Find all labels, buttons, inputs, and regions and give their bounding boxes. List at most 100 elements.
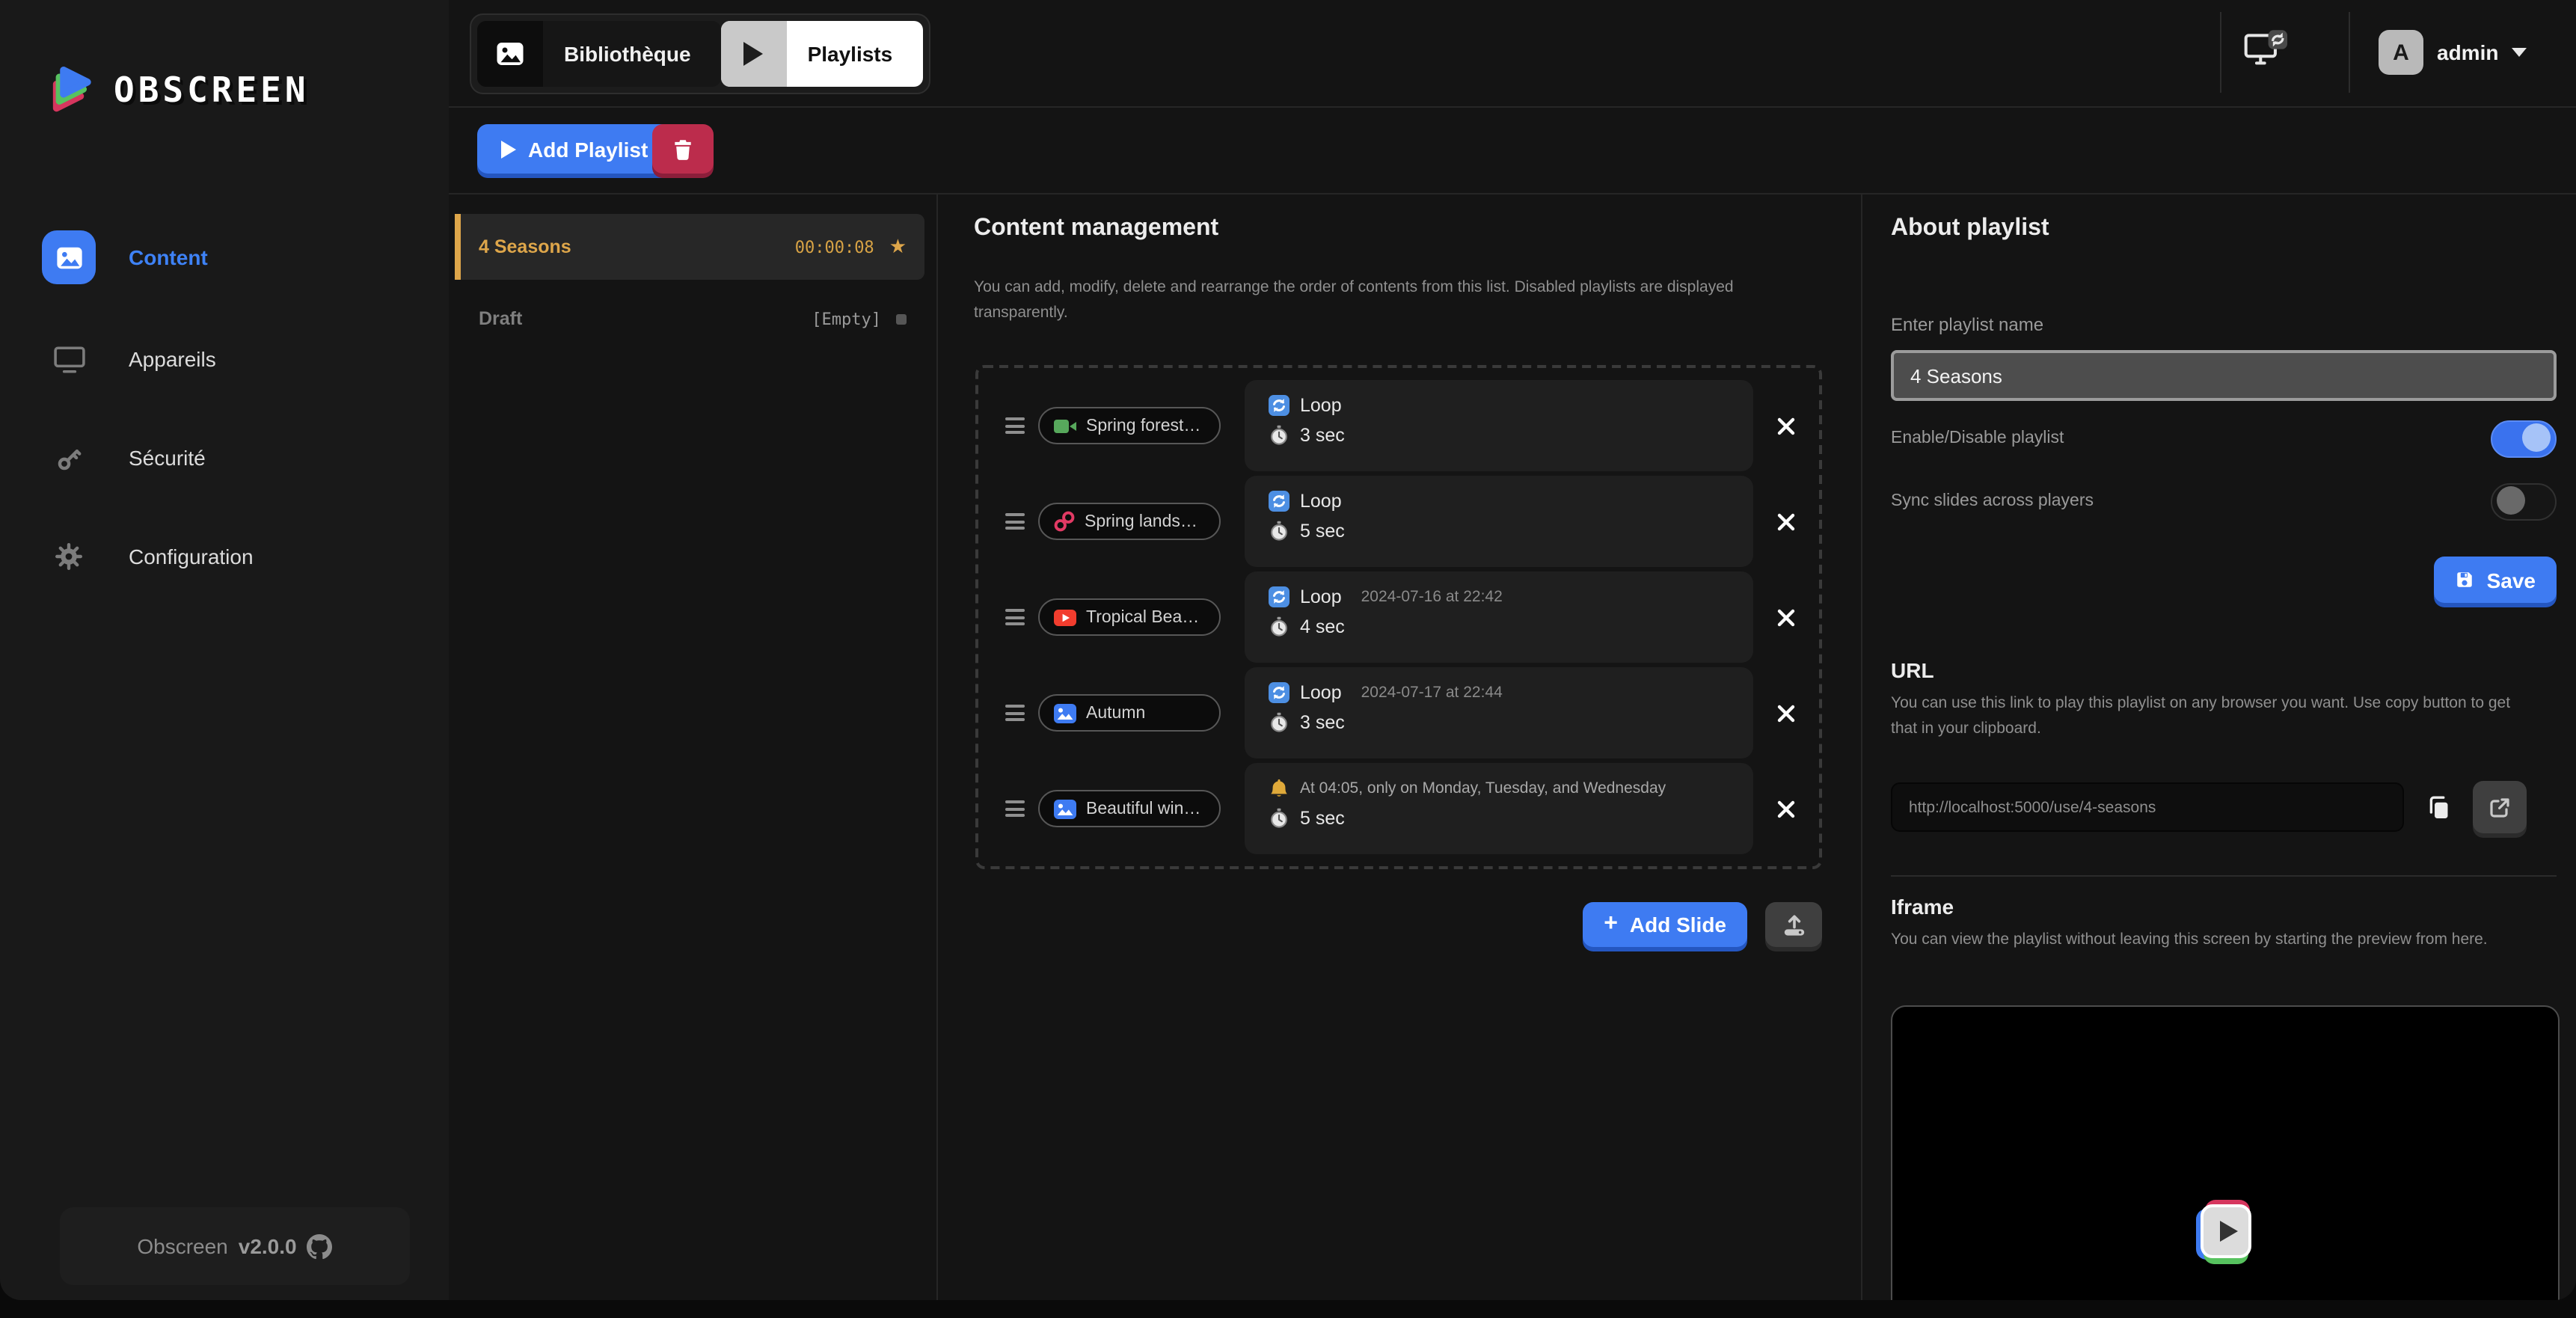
slide-schedule: 2024-07-16 at 22:42 [1361,588,1503,606]
playlist-name: 4 Seasons [479,236,571,257]
footer-app-name: Obscreen [137,1234,227,1258]
slide-chip[interactable]: Spring forest… [1038,407,1221,444]
youtube-icon [1053,605,1077,629]
sidebar-item-appareils[interactable]: Appareils [42,326,216,392]
loop-icon [1269,682,1289,703]
slide-card[interactable]: Loop 2024-07-17 at 22:44 3 sec [1245,667,1753,758]
chevron-down-icon [2512,48,2527,57]
drag-handle-icon[interactable] [1005,701,1029,725]
remove-slide-button[interactable] [1753,704,1819,722]
remove-slide-button[interactable] [1753,800,1819,818]
obscreen-app: OBSCREEN Content Appareils Sécurité Conf [0,0,2576,1300]
link-icon [1053,510,1076,533]
slide-mode: Loop [1300,682,1342,703]
slide-row: Spring lands… Loop 5 sec [1005,476,1819,567]
slide-mode: At 04:05, only on Monday, Tuesday, and W… [1300,779,1666,797]
close-icon [1777,800,1795,818]
sidebar-item-content[interactable]: Content [42,224,208,290]
slide-card[interactable]: Loop 5 sec [1245,476,1753,567]
stopwatch-icon [1269,425,1289,446]
tab-bibliotheque[interactable]: Bibliothèque [477,21,721,87]
close-icon [1777,608,1795,626]
remove-slide-button[interactable] [1753,608,1819,626]
user-menu[interactable]: A admin [2379,30,2527,75]
topbar: Bibliothèque Playlists A admin [449,0,2576,108]
delete-playlist-button[interactable] [652,124,714,174]
slide-chip[interactable]: Tropical Bea… [1038,598,1221,636]
slide-chip[interactable]: Beautiful win… [1038,790,1221,827]
stopwatch-icon [1269,808,1289,829]
playlist-name: Draft [479,308,522,329]
drag-handle-icon[interactable] [1005,605,1029,629]
key-icon [42,442,96,473]
bell-icon [1269,778,1289,799]
github-icon [307,1233,333,1259]
slide-duration: 3 sec [1300,425,1345,446]
drag-handle-icon[interactable] [1005,509,1029,533]
slide-mode: Loop [1300,491,1342,512]
playlist-preview-iframe[interactable] [1891,1005,2560,1300]
playlist-url-input[interactable] [1891,782,2404,832]
close-icon [1777,704,1795,722]
slide-row: Beautiful win… At 04:05, only on Monday,… [1005,763,1819,854]
slide-chip[interactable]: Spring lands… [1038,503,1221,540]
enable-playlist-toggle[interactable] [2491,420,2557,457]
slide-mode: Loop [1300,395,1342,416]
drag-handle-icon[interactable] [1005,414,1029,438]
slide-card[interactable]: Loop 3 sec [1245,380,1753,471]
url-title: URL [1891,658,1934,682]
remove-slide-button[interactable] [1753,417,1819,435]
upload-slide-button[interactable] [1765,902,1822,947]
image-icon [477,21,543,87]
player-preview-button[interactable] [2244,30,2287,75]
playlist-duration: 00:00:08 [795,237,874,257]
loop-icon [1269,491,1289,512]
monitor-icon [42,345,96,373]
drag-handle-icon[interactable] [1005,797,1029,821]
app-logo[interactable]: OBSCREEN [51,66,310,117]
slide-chip[interactable]: Autumn [1038,694,1221,732]
url-row [1891,781,2557,833]
sync-slides-toggle[interactable] [2491,482,2557,520]
trash-icon [672,137,694,161]
topbar-divider [2220,12,2221,93]
sidebar-item-configuration[interactable]: Configuration [42,524,254,589]
sidebar: OBSCREEN Content Appareils Sécurité Conf [0,0,449,1300]
tab-playlists[interactable]: Playlists [721,21,923,87]
remove-slide-button[interactable] [1753,512,1819,530]
tab-label: Bibliothèque [543,42,721,66]
about-playlist-panel: About playlist Enter playlist name Enabl… [1861,194,2576,1300]
loop-icon [1269,586,1289,607]
playlist-item-4-seasons[interactable]: 4 Seasons 00:00:08 ★ [455,214,924,280]
enable-playlist-row: Enable/Disable playlist [1891,416,2557,461]
slide-row: Spring forest… Loop 3 sec [1005,380,1819,471]
slide-card[interactable]: Loop 2024-07-16 at 22:42 4 sec [1245,571,1753,663]
square-badge-icon [896,313,907,324]
view-tabs: Bibliothèque Playlists [470,13,930,94]
logo-text: OBSCREEN [114,72,310,111]
sidebar-item-securite[interactable]: Sécurité [42,425,206,491]
section-divider [1891,875,2557,877]
slide-mode: Loop [1300,586,1342,607]
content-title: Content management [974,215,1218,242]
url-description: You can use this link to play this playl… [1891,691,2539,742]
sidebar-item-label: Configuration [129,545,254,568]
upload-icon [1781,912,1806,937]
copy-url-button[interactable] [2404,794,2473,821]
slide-card[interactable]: At 04:05, only on Monday, Tuesday, and W… [1245,763,1753,854]
playlist-item-draft[interactable]: Draft [Empty] [455,293,924,344]
close-icon [1777,417,1795,435]
add-playlist-button[interactable]: Add Playlist [477,124,672,174]
topbar-divider [2349,12,2350,93]
image-icon [1053,701,1077,725]
playlist-name-input[interactable] [1891,350,2557,401]
loop-icon [1269,395,1289,416]
close-icon [1777,512,1795,530]
add-slide-button[interactable]: + Add Slide [1583,902,1747,947]
username: admin [2437,40,2498,64]
save-button[interactable]: Save [2435,557,2557,603]
slide-chip-label: Tropical Bea… [1086,608,1199,626]
open-url-button[interactable] [2473,781,2527,833]
floppy-disk-icon [2456,570,2475,589]
app-version-link[interactable]: Obscreen v2.0.0 [60,1207,410,1285]
